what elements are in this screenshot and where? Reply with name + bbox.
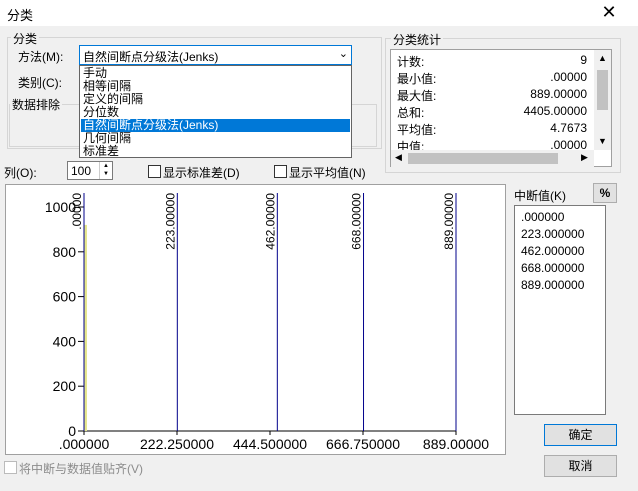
break-value[interactable]: 462.000000 (521, 244, 584, 258)
stat-value: .00000 (550, 138, 587, 150)
x-tick-label: .000000 (59, 436, 110, 452)
break-line-label: 668.00000 (350, 193, 364, 250)
breaks-list[interactable]: .000000 223.000000 462.000000 668.000000… (514, 205, 606, 415)
stats-scroll-thumb[interactable] (597, 70, 608, 110)
stat-row-mean: 平均值: 4.7673 (397, 121, 587, 138)
window-title: 分类 (7, 8, 34, 23)
break-value[interactable]: 668.000000 (521, 261, 584, 275)
histogram-chart[interactable]: 0 200 400 600 800 1000.000000 222.250000 444.50… (5, 184, 506, 455)
stat-label: 总和: (397, 106, 425, 120)
columns-label: 列(O): (4, 166, 37, 180)
chevron-up-icon[interactable]: ▲ (598, 53, 607, 63)
chevron-left-icon[interactable]: ◀ (395, 152, 402, 163)
stat-value: 889.00000 (530, 87, 587, 101)
columns-value: 100 (71, 164, 92, 178)
method-option[interactable]: 标准差 (81, 145, 350, 158)
x-tick-label: 666.750000 (326, 436, 400, 452)
show-std-label: 显示标准差(D) (163, 166, 240, 180)
stat-label: 最小值: (397, 72, 437, 86)
x-tick-label: 222.250000 (140, 436, 214, 452)
x-tick-label: 444.500000 (233, 436, 307, 452)
data-exclusion-label: 数据排除 (10, 96, 63, 113)
stats-vertical-scrollbar[interactable]: ▲ ▼ (594, 50, 611, 150)
y-tick-label: 600 (53, 289, 77, 305)
stat-row-min: 最小值: .00000 (397, 70, 587, 87)
stat-row-median: 中值: .00000 (397, 138, 587, 150)
break-value[interactable]: .000000 (521, 210, 564, 224)
columns-stepper[interactable]: 100 ▲ ▼ (67, 161, 113, 180)
method-label: 方法(M): (18, 50, 64, 64)
category-label: 类别(C): (18, 76, 62, 90)
histogram-svg[interactable]: 02004006008001000.000000 222.250000 444.50… (6, 185, 505, 454)
break-value[interactable]: 223.000000 (521, 227, 584, 241)
method-option[interactable]: 定义的间隔 (81, 93, 350, 106)
stat-label: 中值: (397, 140, 425, 150)
stat-label: 最大值: (397, 89, 437, 103)
y-tick-label: 400 (53, 333, 77, 349)
stat-value: .00000 (550, 70, 587, 84)
show-std-checkbox[interactable] (148, 165, 161, 178)
break-line-label: .00000 (70, 193, 84, 230)
chevron-down-icon: ⌄ (338, 48, 348, 60)
stat-row-count: 计数: 9 (397, 53, 587, 70)
stat-label: 计数: (397, 55, 425, 69)
stat-row-sum: 总和: 4405.00000 (397, 104, 587, 121)
stepper-arrows[interactable]: ▲ ▼ (99, 162, 112, 179)
stats-horizontal-scrollbar[interactable]: ◀ ▶ (391, 150, 594, 167)
y-tick-label: 200 (53, 378, 77, 394)
break-line-label: 223.00000 (163, 193, 177, 250)
snap-label: 将中断与数据值贴齐(V) (19, 462, 143, 476)
break-line-label: 889.00000 (442, 193, 456, 250)
stats-group-label: 分类统计 (391, 31, 444, 48)
stats-hscroll-thumb[interactable] (408, 153, 558, 164)
snap-checkbox[interactable] (4, 461, 17, 474)
method-select[interactable]: 自然间断点分级法(Jenks) ⌄ (79, 45, 352, 65)
title-bar (0, 0, 638, 26)
stat-value: 4405.00000 (523, 104, 587, 118)
stats-list: 计数: 9 最小值: .00000 最大值: 889.00000 总和: 440… (390, 49, 612, 167)
cancel-button[interactable]: 取消 (544, 455, 617, 477)
x-tick-label: 889.00000 (423, 436, 489, 452)
method-dropdown-list: 手动 相等间隔 定义的间隔 分位数 自然间断点分级法(Jenks) 几何间隔 标… (79, 65, 352, 158)
close-icon[interactable]: ✕ (597, 0, 621, 24)
show-mean-label: 显示平均值(N) (289, 166, 366, 180)
ok-button[interactable]: 确定 (544, 424, 617, 446)
y-tick-label: 800 (53, 244, 77, 260)
chevron-down-icon[interactable]: ▼ (598, 136, 607, 146)
break-value[interactable]: 889.000000 (521, 278, 584, 292)
chevron-right-icon[interactable]: ▶ (581, 152, 588, 163)
classification-group-label: 分类 (11, 30, 40, 47)
percent-button[interactable]: % (593, 183, 617, 203)
method-option[interactable]: 几何间隔 (81, 132, 350, 145)
show-mean-checkbox[interactable] (274, 165, 287, 178)
stat-label: 平均值: (397, 123, 437, 137)
break-line-label: 462.00000 (263, 193, 277, 250)
breaks-label: 中断值(K) (514, 189, 566, 203)
stat-value: 9 (580, 53, 587, 67)
stat-row-max: 最大值: 889.00000 (397, 87, 587, 104)
method-select-value: 自然间断点分级法(Jenks) (83, 50, 219, 64)
stat-value: 4.7673 (550, 121, 587, 135)
